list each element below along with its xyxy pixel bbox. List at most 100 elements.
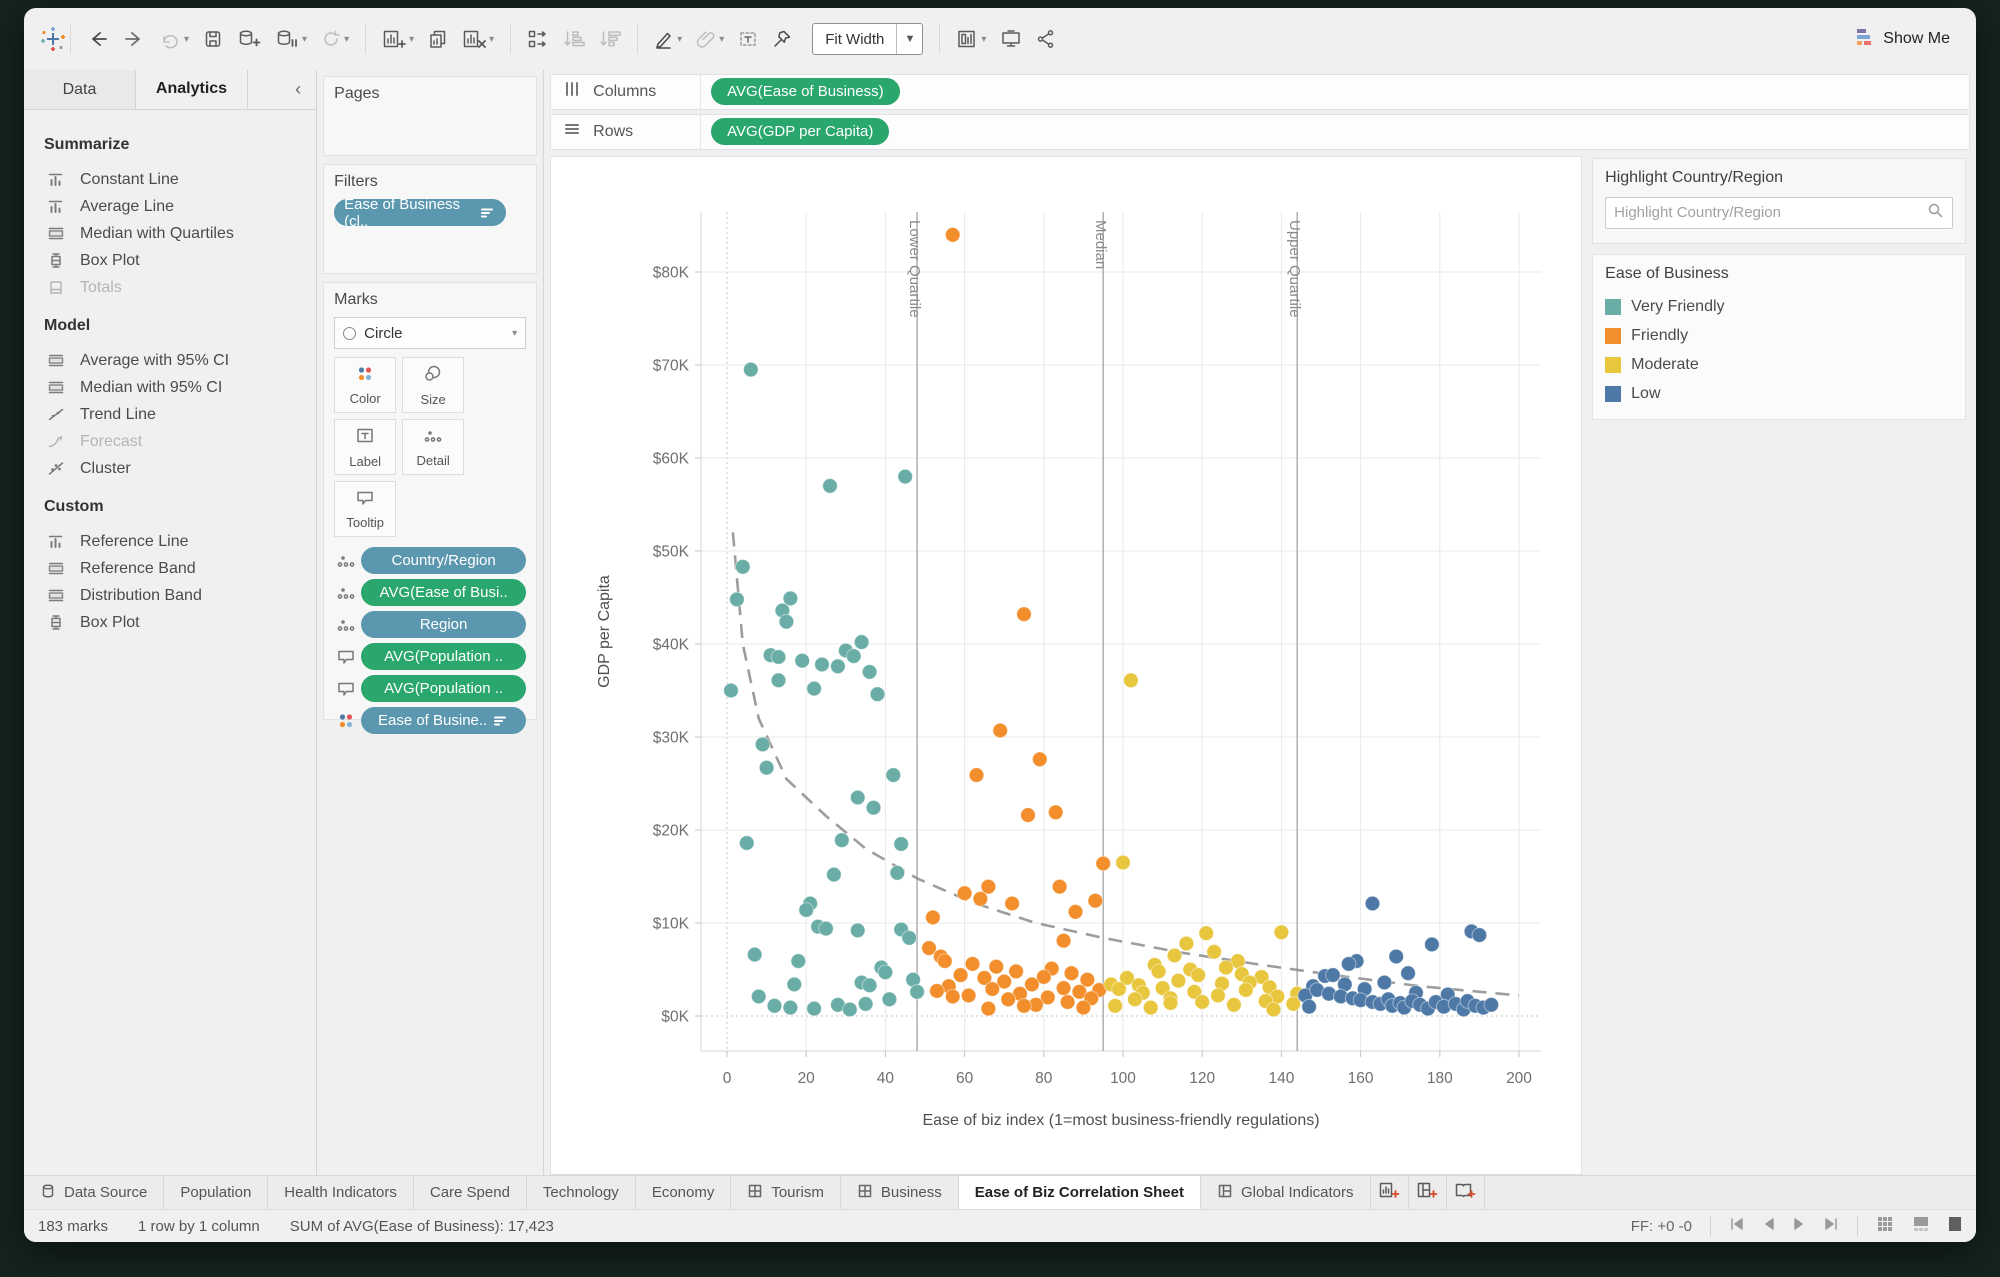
scatter-point-friendly[interactable] bbox=[988, 958, 1005, 975]
scatter-point-very-friendly[interactable] bbox=[790, 952, 807, 969]
sheet-tab-care-spend[interactable]: Care Spend bbox=[414, 1176, 527, 1209]
scatter-point-moderate[interactable] bbox=[1238, 981, 1254, 998]
share-button[interactable] bbox=[1036, 29, 1056, 49]
scatter-point-very-friendly[interactable] bbox=[754, 736, 771, 752]
scatter-point-very-friendly[interactable] bbox=[861, 977, 878, 993]
new-story-add-button[interactable] bbox=[1447, 1176, 1485, 1209]
pages-shelf[interactable]: Pages bbox=[323, 76, 538, 156]
scatter-point-low[interactable] bbox=[1424, 936, 1440, 952]
pin-button[interactable] bbox=[772, 29, 792, 49]
scatter-point-friendly[interactable] bbox=[1020, 806, 1036, 823]
scatter-point-moderate[interactable] bbox=[1115, 854, 1131, 870]
swap-axes-button[interactable] bbox=[527, 29, 549, 49]
sidebar-item-trend-line[interactable]: Trend Line bbox=[44, 401, 316, 428]
sidebar-item-cluster[interactable]: Cluster bbox=[44, 455, 316, 482]
scatter-point-very-friendly[interactable] bbox=[885, 766, 902, 783]
scatter-point-friendly[interactable] bbox=[968, 766, 985, 783]
mark-button-detail[interactable]: Detail bbox=[402, 419, 465, 475]
mark-button-tooltip[interactable]: Tooltip bbox=[334, 481, 397, 537]
scatter-point-very-friendly[interactable] bbox=[822, 477, 838, 494]
duplicate-sheet-button[interactable] bbox=[428, 29, 448, 49]
scatter-point-low[interactable] bbox=[1483, 996, 1500, 1013]
scatter-point-friendly[interactable] bbox=[945, 988, 961, 1004]
first-page-icon[interactable] bbox=[1729, 1217, 1745, 1235]
trend-line[interactable] bbox=[731, 531, 1520, 997]
scatter-point-very-friendly[interactable] bbox=[739, 834, 755, 851]
sidebar-item-median-with-95-ci[interactable]: Median with 95% CI bbox=[44, 374, 316, 401]
scatter-point-very-friendly[interactable] bbox=[794, 652, 811, 669]
scatter-point-very-friendly[interactable] bbox=[889, 864, 906, 881]
sheet-tab-health-indicators[interactable]: Health Indicators bbox=[268, 1176, 414, 1209]
scatter-point-very-friendly[interactable] bbox=[846, 647, 862, 664]
sheet-tab-tourism[interactable]: Tourism bbox=[731, 1176, 841, 1209]
columns-pill-avg-ease-of-business[interactable]: AVG(Ease of Business) bbox=[711, 78, 900, 106]
scatter-point-low[interactable] bbox=[1376, 974, 1393, 990]
mark-button-label[interactable]: Label bbox=[334, 419, 397, 475]
mark-pill-avg-population[interactable]: AVG(Population .. bbox=[361, 675, 527, 702]
scatter-point-very-friendly[interactable] bbox=[770, 672, 787, 688]
scatter-point-very-friendly[interactable] bbox=[853, 633, 870, 650]
highlight-search-input[interactable] bbox=[1614, 204, 1926, 221]
clear-sheet-button[interactable]: ▾ bbox=[462, 29, 494, 49]
scatter-point-low[interactable] bbox=[1341, 955, 1357, 972]
scatter-point-very-friendly[interactable] bbox=[861, 663, 878, 680]
show-sheet-icon[interactable] bbox=[1948, 1216, 1962, 1236]
sidebar-item-box-plot[interactable]: Box Plot bbox=[44, 247, 316, 274]
scatter-point-moderate[interactable] bbox=[1265, 1001, 1282, 1017]
scatter-point-moderate[interactable] bbox=[1273, 924, 1290, 940]
refresh-button[interactable]: ▾ bbox=[321, 29, 349, 49]
scatter-point-friendly[interactable] bbox=[937, 952, 953, 969]
scatter-point-friendly[interactable] bbox=[1004, 895, 1021, 911]
mark-pill-country-region[interactable]: Country/Region bbox=[361, 547, 527, 574]
scatter-point-moderate[interactable] bbox=[1198, 924, 1215, 941]
scatter-point-very-friendly[interactable] bbox=[901, 929, 918, 946]
scatter-point-low[interactable] bbox=[1388, 948, 1405, 964]
scatter-point-very-friendly[interactable] bbox=[806, 680, 823, 696]
rows-pill-avg-gdp-per-capita[interactable]: AVG(GDP per Capita) bbox=[711, 118, 890, 146]
scatter-point-moderate[interactable] bbox=[1178, 935, 1195, 951]
scatter-point-friendly[interactable] bbox=[929, 982, 945, 999]
legend-item-moderate[interactable]: Moderate bbox=[1605, 351, 1953, 380]
sidebar-item-box-plot[interactable]: Box Plot bbox=[44, 609, 316, 636]
columns-shelf[interactable]: Columns AVG(Ease of Business) bbox=[550, 74, 1970, 110]
scatter-point-low[interactable] bbox=[1400, 964, 1417, 981]
scatter-point-low[interactable] bbox=[1301, 998, 1318, 1015]
scatter-point-very-friendly[interactable] bbox=[842, 1001, 858, 1017]
mark-button-size[interactable]: Size bbox=[402, 357, 465, 413]
scatter-point-very-friendly[interactable] bbox=[830, 658, 846, 674]
new-worksheet-button[interactable]: ▾ bbox=[382, 29, 414, 49]
forward-button[interactable] bbox=[123, 29, 145, 49]
sheet-tab-ease-of-biz-correlation-sheet[interactable]: Ease of Biz Correlation Sheet bbox=[958, 1176, 1201, 1209]
scatter-point-very-friendly[interactable] bbox=[723, 682, 739, 698]
scatter-point-friendly[interactable] bbox=[952, 966, 969, 983]
scatter-point-friendly[interactable] bbox=[956, 884, 973, 901]
scatter-point-friendly[interactable] bbox=[1055, 979, 1072, 996]
scatter-point-moderate[interactable] bbox=[1123, 672, 1139, 688]
scatter-point-very-friendly[interactable] bbox=[735, 558, 751, 575]
scatter-point-friendly[interactable] bbox=[980, 1000, 997, 1016]
search-icon[interactable] bbox=[1926, 201, 1944, 224]
scatter-point-very-friendly[interactable] bbox=[897, 468, 914, 484]
scatter-point-friendly[interactable] bbox=[1059, 993, 1076, 1010]
scatter-point-friendly[interactable] bbox=[960, 987, 977, 1003]
scatter-point-low[interactable] bbox=[1325, 966, 1341, 983]
scatter-point-very-friendly[interactable] bbox=[758, 759, 775, 776]
scatter-point-very-friendly[interactable] bbox=[877, 964, 894, 980]
text-label-button[interactable] bbox=[738, 29, 758, 49]
legend-item-very-friendly[interactable]: Very Friendly bbox=[1605, 293, 1953, 322]
scatter-point-friendly[interactable] bbox=[1051, 878, 1068, 895]
scatter-point-very-friendly[interactable] bbox=[909, 983, 926, 1000]
scatter-point-friendly[interactable] bbox=[1075, 999, 1092, 1015]
fit-selector-caret[interactable]: ▼ bbox=[896, 24, 922, 54]
scatter-point-moderate[interactable] bbox=[1226, 996, 1242, 1013]
sheet-tab-technology[interactable]: Technology bbox=[527, 1176, 636, 1209]
show-sheet-tabs-icon[interactable] bbox=[1876, 1216, 1894, 1236]
show-me-button[interactable]: Show Me bbox=[1855, 27, 1960, 52]
scatter-point-very-friendly[interactable] bbox=[782, 999, 799, 1015]
sheet-tab-global-indicators[interactable]: Global Indicators bbox=[1201, 1176, 1371, 1209]
scatter-point-low[interactable] bbox=[1471, 926, 1488, 943]
sidebar-item-average-line[interactable]: Average Line bbox=[44, 193, 316, 220]
filter-pill-ease-of-business-cl[interactable]: Ease of Business (cl.. bbox=[334, 196, 507, 230]
rows-shelf[interactable]: Rows AVG(GDP per Capita) bbox=[550, 113, 1970, 150]
scatter-point-friendly[interactable] bbox=[1008, 963, 1025, 979]
